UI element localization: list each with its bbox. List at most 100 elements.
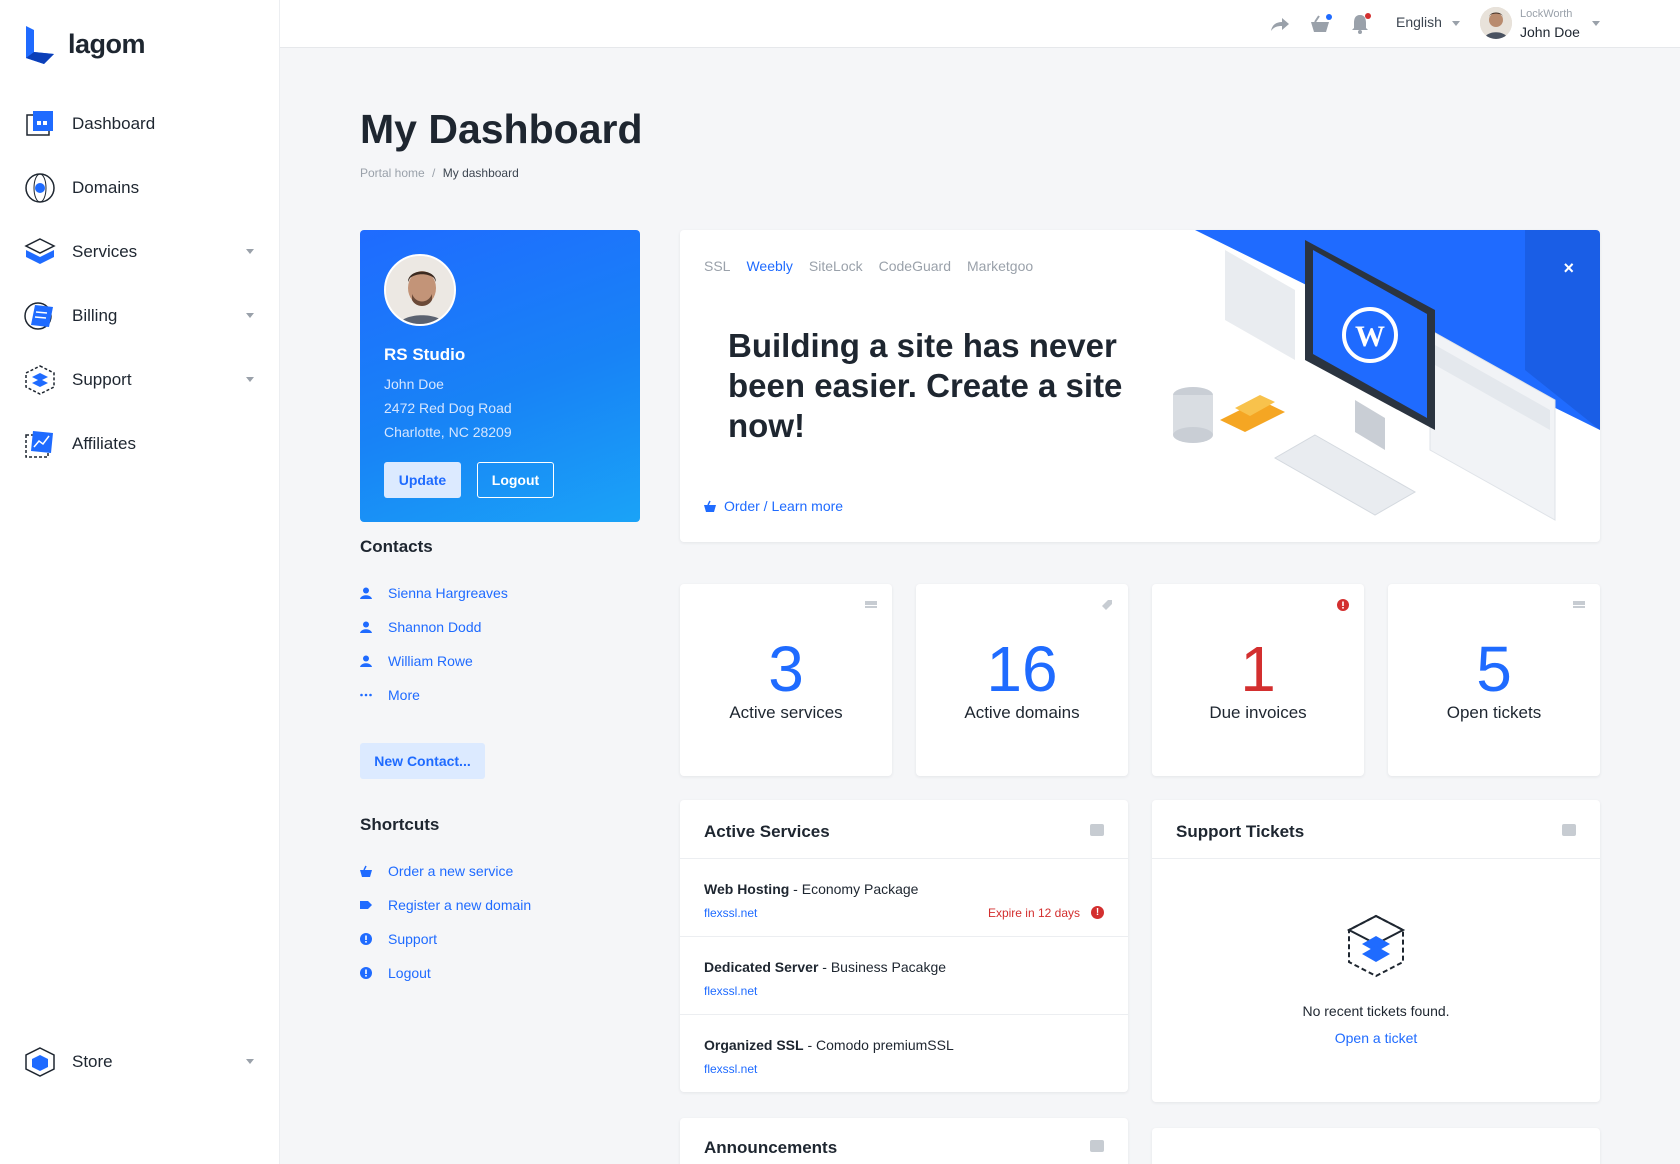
contact-item[interactable]: Shannon Dodd: [360, 617, 481, 637]
service-domain[interactable]: flexssl.net: [704, 1062, 757, 1076]
lagom-logo-icon: [24, 24, 58, 64]
sidebar-item-label: Billing: [72, 306, 118, 325]
sidebar-item-label: Services: [72, 242, 138, 261]
panel-title: Active Services: [704, 822, 830, 841]
promo-tab-ssl[interactable]: SSL: [704, 258, 730, 274]
shortcut-register-domain[interactable]: Register a new domain: [360, 895, 531, 915]
sidebar-item-services[interactable]: Services: [0, 220, 280, 284]
chevron-down-icon: [1592, 21, 1600, 26]
profile-company: RS Studio: [384, 345, 466, 364]
service-name: Organized SSL: [704, 1037, 804, 1053]
promo-link-label: Order / Learn more: [724, 498, 844, 514]
announcement-icon[interactable]: [1090, 1140, 1104, 1152]
open-ticket-link[interactable]: Open a ticket: [1152, 1030, 1600, 1046]
service-row[interactable]: Organized SSL - Comodo premiumSSL flexss…: [680, 1014, 1128, 1092]
stat-value: 1: [1240, 633, 1276, 705]
ticket-icon[interactable]: [1562, 824, 1576, 836]
breadcrumb: Portal home / My dashboard: [360, 166, 519, 180]
service-title: Dedicated Server - Business Pacakge: [704, 959, 946, 975]
share-icon[interactable]: [1268, 12, 1292, 36]
logo-text: lagom: [68, 28, 146, 59]
shortcut-label: Register a new domain: [388, 897, 532, 913]
logout-button[interactable]: Logout: [477, 462, 554, 498]
shortcut-support[interactable]: Support: [360, 929, 437, 949]
promo-tab-weebly[interactable]: Weebly: [746, 258, 792, 274]
contact-name: Shannon Dodd: [388, 619, 482, 635]
user-icon: [360, 655, 372, 667]
user-icon: [360, 587, 372, 599]
sidebar-item-billing[interactable]: Billing: [0, 284, 280, 348]
billing-icon: [22, 298, 58, 334]
chevron-down-icon: [1452, 21, 1460, 26]
announcements-panel: Announcements: [680, 1118, 1128, 1164]
close-icon[interactable]: ×: [1563, 258, 1574, 279]
promo-tab-codeguard[interactable]: CodeGuard: [879, 258, 951, 274]
service-name: Web Hosting: [704, 881, 790, 897]
panel-title: Support Tickets: [1176, 822, 1305, 841]
stat-tile-services[interactable]: 3 Active services: [680, 584, 892, 776]
bell-icon[interactable]: [1348, 12, 1372, 36]
contact-item[interactable]: William Rowe: [360, 651, 473, 671]
sidebar-item-dashboard[interactable]: Dashboard: [0, 92, 280, 156]
service-domain[interactable]: flexssl.net: [704, 906, 757, 920]
tag-icon: [360, 899, 372, 911]
domains-icon: [22, 170, 58, 206]
sidebar-item-affiliates[interactable]: Affiliates: [0, 412, 280, 476]
stat-tile-invoices[interactable]: 1 Due invoices: [1152, 584, 1364, 776]
sidebar-item-support[interactable]: Support: [0, 348, 280, 412]
more-label: More: [388, 687, 420, 703]
contact-item[interactable]: Sienna Hargreaves: [360, 583, 508, 603]
service-row[interactable]: Dedicated Server - Business Pacakge flex…: [680, 936, 1128, 1014]
website-builder-illustration: W: [1135, 230, 1600, 521]
shortcut-logout[interactable]: Logout: [360, 963, 431, 983]
stat-label: Active domains: [964, 703, 1080, 722]
svg-text:W: W: [1355, 320, 1385, 353]
promo-banner: SSL Weebly SiteLock CodeGuard Marketgoo …: [680, 230, 1600, 542]
stat-tile-domains[interactable]: 16 Active domains: [916, 584, 1128, 776]
promo-tab-marketgoo[interactable]: Marketgoo: [967, 258, 1033, 274]
logo[interactable]: lagom: [24, 24, 146, 64]
shortcuts-heading: Shortcuts: [360, 815, 440, 834]
server-icon: [864, 598, 878, 612]
server-icon[interactable]: [1090, 824, 1104, 836]
contact-name: William Rowe: [388, 653, 473, 669]
promo-tab-sitelock[interactable]: SiteLock: [809, 258, 863, 274]
sidebar-store: Store: [0, 1030, 280, 1094]
sidebar-item-label: Domains: [72, 178, 140, 197]
stat-label: Active services: [729, 703, 843, 722]
service-title: Web Hosting - Economy Package: [704, 881, 918, 897]
secondary-panel: [1152, 1128, 1600, 1164]
sidebar-nav: Dashboard Domains Services Billing Suppo…: [0, 92, 280, 476]
alert-circle-icon: [1336, 598, 1350, 612]
contacts-more-link[interactable]: More: [360, 685, 420, 705]
notification-dot: [1365, 13, 1371, 19]
user-name[interactable]: John Doe: [1520, 24, 1580, 40]
sidebar-item-domains[interactable]: Domains: [0, 156, 280, 220]
basket-icon: [704, 500, 716, 512]
basket-icon[interactable]: [1308, 12, 1332, 36]
service-row[interactable]: Web Hosting - Economy Package flexssl.ne…: [680, 858, 1128, 936]
breadcrumb-home[interactable]: Portal home: [360, 166, 425, 180]
promo-order-link[interactable]: Order / Learn more: [704, 498, 843, 514]
new-contact-button[interactable]: New Contact...: [360, 743, 485, 779]
avatar[interactable]: [1480, 7, 1512, 39]
stat-value: 16: [986, 633, 1058, 705]
sidebar-item-store[interactable]: Store: [0, 1030, 280, 1094]
profile-address-line2: Charlotte, NC 28209: [384, 424, 512, 440]
service-domain[interactable]: flexssl.net: [704, 984, 757, 998]
profile-name: John Doe: [384, 376, 444, 392]
profile-card: RS Studio John Doe 2472 Red Dog Road Cha…: [360, 230, 640, 522]
service-name: Dedicated Server: [704, 959, 819, 975]
notification-dot: [1326, 14, 1332, 20]
shortcut-order-service[interactable]: Order a new service: [360, 861, 513, 881]
update-button[interactable]: Update: [384, 462, 461, 498]
stat-tile-tickets[interactable]: 5 Open tickets: [1388, 584, 1600, 776]
language-selector[interactable]: English: [1396, 14, 1442, 30]
user-icon: [360, 621, 372, 633]
support-tickets-panel: Support Tickets No recent tickets found.…: [1152, 800, 1600, 1102]
stat-label: Open tickets: [1446, 703, 1542, 722]
service-plan: - Comodo premiumSSL: [803, 1037, 954, 1053]
basket-icon: [360, 865, 372, 877]
sidebar-item-label: Dashboard: [72, 114, 156, 133]
more-dots-icon: [360, 689, 372, 701]
